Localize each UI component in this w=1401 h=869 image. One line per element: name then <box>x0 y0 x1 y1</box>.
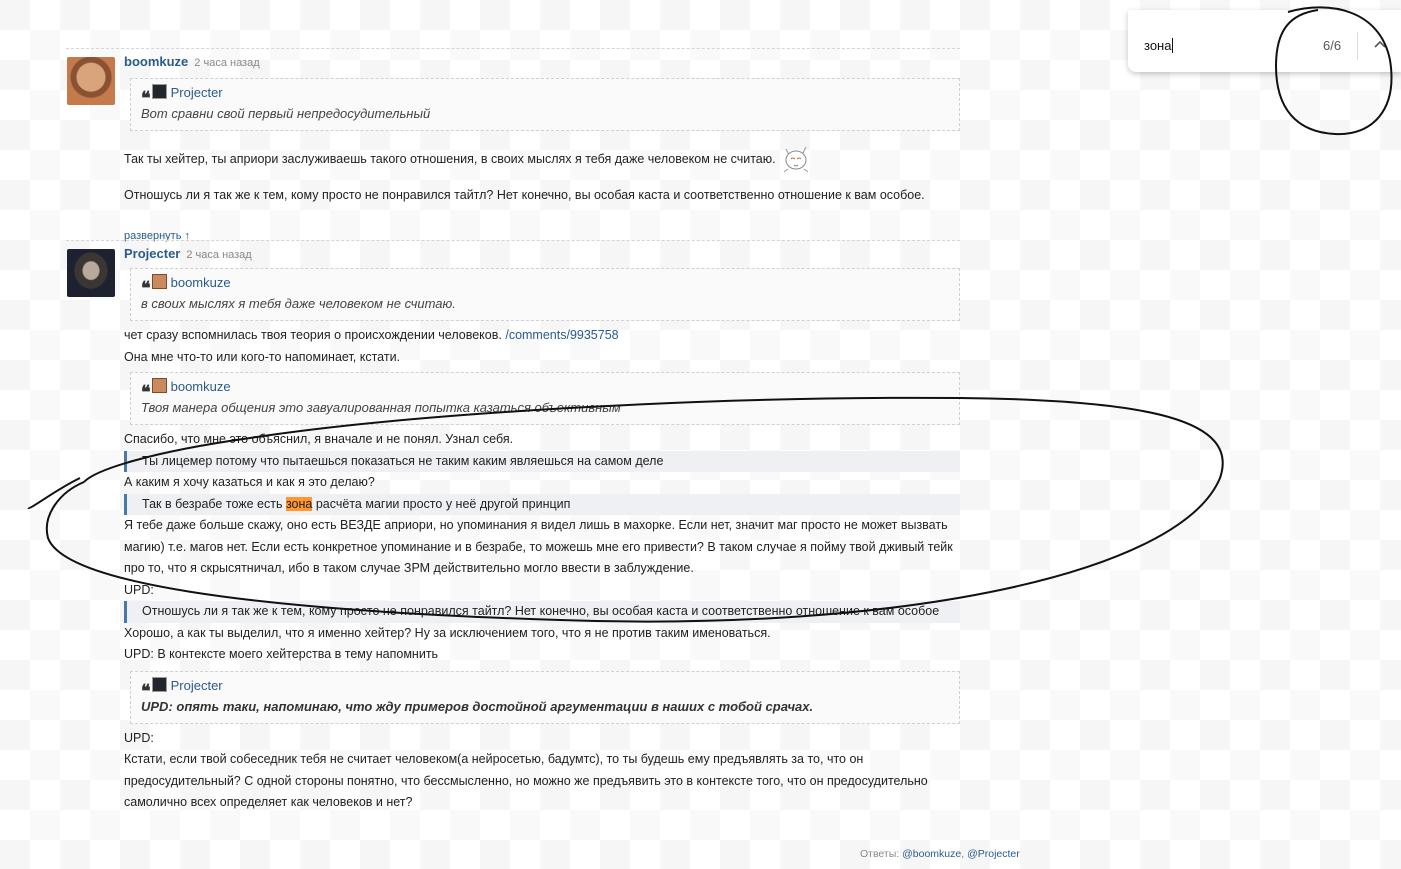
find-match-count: 6/6 <box>1323 38 1342 53</box>
quote-header: ❛❛ Projecter <box>141 676 949 701</box>
quote-header: ❛❛ Projecter <box>141 83 949 109</box>
comment-paragraph: Она мне что-то или кого-то напоминает, к… <box>124 349 401 364</box>
quote-block: ❛❛ Projecter UPD: опять таки, напоминаю, … <box>130 670 960 724</box>
inline-quote-text: Так в безрабе тоже есть <box>142 496 283 511</box>
reply-link[interactable]: @Projecter <box>967 848 1020 860</box>
quote-avatar <box>151 274 167 289</box>
comment-paragraph: А каким я хочу казаться и как я это дела… <box>124 475 375 489</box>
quote-block: ❛❛ Projecter Вот сравни свой первый непре… <box>130 78 960 131</box>
chevron-up-icon[interactable] <box>1374 36 1386 52</box>
comment-paragraph: Хорошо, а как ты выделил, что я именно х… <box>124 625 771 640</box>
replies-line: Ответы: @boomkuze, @Projecter <box>860 848 1020 860</box>
comment-meta: boomkuze 2 часа назад <box>124 54 960 70</box>
comment-paragraph: UPD: В контексте моего хейтерства в тему… <box>124 647 439 661</box>
comment-paragraph: Кстати, если твой собеседник тебя не счи… <box>124 752 928 809</box>
quote-avatar <box>151 676 167 692</box>
comment-paragraph: Отношусь ли я так же к тем, кому просто … <box>124 187 925 202</box>
comment-body: boomkuze 2 часа назад ❛❛ Projecter Вот сра… <box>124 54 960 242</box>
quote-header: ❛❛ boomkuze <box>141 377 949 403</box>
quote-block: ❛❛ boomkuze Твоя манера общения это завуа… <box>130 372 960 425</box>
comment-link[interactable]: /comments/9935758 <box>505 328 618 342</box>
comment-paragraph: Я тебе даже больше скажу, оно есть ВЕЗДЕ… <box>124 518 953 575</box>
comment-paragraph: Спасибо, что мне это объяснил, я вначале… <box>124 432 514 446</box>
comment-paragraph: UPD: <box>124 582 154 597</box>
avatar[interactable] <box>67 57 115 105</box>
quote-block: ❛❛ boomkuze в своих мыслях я тебя даже че… <box>130 268 960 321</box>
comment-time: 2 часа назад <box>186 249 252 261</box>
quote-text: Вот сравни свой первый непредосудительны… <box>141 106 431 121</box>
quote-text: в своих мыслях я тебя даже человеком не … <box>141 296 456 311</box>
quote-author-link[interactable]: boomkuze <box>171 275 231 290</box>
find-bar: зона 6/6 <box>1128 10 1401 72</box>
quote-avatar <box>151 84 167 99</box>
inline-quote-text: расчёта магии просто у неё другой принци… <box>315 496 571 511</box>
comment-meta: Projecter 2 часа назад <box>124 246 960 262</box>
comment-paragraph: чет сразу вспомнилась твоя теория о прои… <box>124 325 960 347</box>
quote-avatar <box>151 378 167 393</box>
quote-author-link[interactable]: boomkuze <box>171 379 231 394</box>
quote-text: UPD: опять таки, напоминаю, что жду прим… <box>141 698 814 714</box>
replies-label: Ответы: <box>860 848 900 860</box>
paragraph-text: Так ты хейтер, ты априори заслуживаешь т… <box>124 152 776 166</box>
quote-author-link[interactable]: Projecter <box>171 85 223 100</box>
comment-divider <box>66 48 960 49</box>
inline-quote: Так в безрабе тоже есть зона расчёта маг… <box>124 493 960 515</box>
quote-author-link[interactable]: Projecter <box>171 678 223 693</box>
comment-time: 2 часа назад <box>194 57 260 69</box>
comment-body: Projecter 2 часа назад ❛❛ boomkuze в своих… <box>124 246 1020 860</box>
quote-header: ❛❛ boomkuze <box>141 273 949 299</box>
inline-quote: Отношусь ли я так же к тем, кому просто … <box>124 601 960 623</box>
paragraph-text: чет сразу вспомнилась твоя теория о прои… <box>124 328 502 342</box>
quote-text: Твоя манера общения это завуалированная … <box>141 400 621 415</box>
find-divider <box>1357 32 1358 60</box>
search-highlight: зона <box>285 496 313 511</box>
cat-sticker-icon <box>782 143 810 181</box>
author-link[interactable]: boomkuze <box>124 54 188 69</box>
inline-quote: Ты лицемер потому что пытаешься показать… <box>124 450 960 472</box>
comment-divider <box>66 240 960 241</box>
comment-paragraph: UPD: <box>124 730 154 745</box>
comment-paragraph: Так ты хейтер, ты априори заслуживаешь т… <box>124 143 960 181</box>
reply-link[interactable]: @boomkuze <box>902 848 961 860</box>
author-link[interactable]: Projecter <box>124 246 180 261</box>
avatar[interactable] <box>67 249 115 297</box>
find-input[interactable]: зона <box>1144 38 1173 53</box>
